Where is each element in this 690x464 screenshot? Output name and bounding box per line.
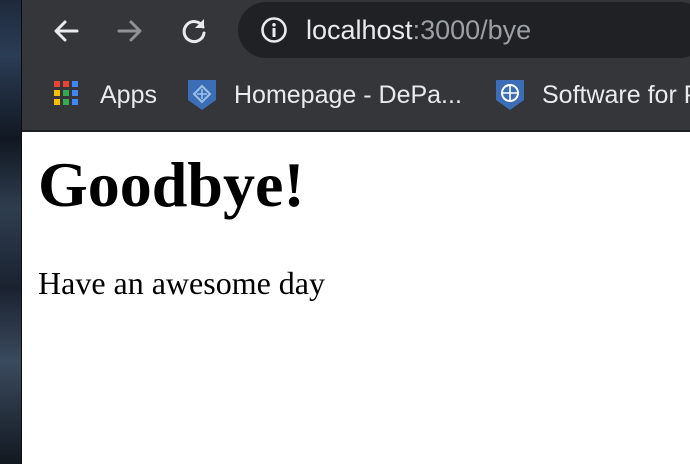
bookmark-label: Homepage - DePa...: [234, 80, 462, 109]
back-button[interactable]: [48, 13, 84, 49]
bookmarks-bar: Apps Homepage - DePa... Software for P: [22, 62, 690, 132]
page-message: Have an awesome day: [38, 265, 325, 301]
desktop-background: [0, 0, 22, 464]
info-icon[interactable]: [260, 16, 288, 44]
apps-grid-icon: [52, 79, 84, 111]
back-arrow-icon: [54, 20, 79, 42]
reload-icon: [182, 19, 206, 43]
bookmark-software[interactable]: Software for P: [494, 78, 690, 112]
bookmark-label: Software for P: [542, 80, 690, 109]
bookmark-label: Apps: [100, 80, 157, 109]
page-title: Goodbye!: [38, 149, 305, 220]
bookmark-apps[interactable]: Apps: [52, 78, 157, 112]
browser-toolbar: localhost:3000/bye: [22, 0, 690, 62]
url-host: localhost: [306, 15, 413, 45]
browser-window: localhost:3000/bye Apps Homepage - DePa.…: [22, 0, 690, 464]
url-path: :3000/bye: [412, 15, 532, 45]
forward-arrow-icon: [117, 20, 142, 42]
depaul-shield-icon: [188, 80, 216, 110]
forward-button[interactable]: [112, 13, 148, 49]
software-shield-icon: [496, 80, 524, 110]
url-text[interactable]: localhost:3000/bye: [306, 15, 531, 45]
page-content: Goodbye! Have an awesome day: [38, 130, 678, 302]
bookmark-depaul-homepage[interactable]: Homepage - DePa...: [186, 78, 462, 112]
address-bar[interactable]: localhost:3000/bye: [238, 2, 690, 58]
reload-button[interactable]: [176, 13, 212, 49]
